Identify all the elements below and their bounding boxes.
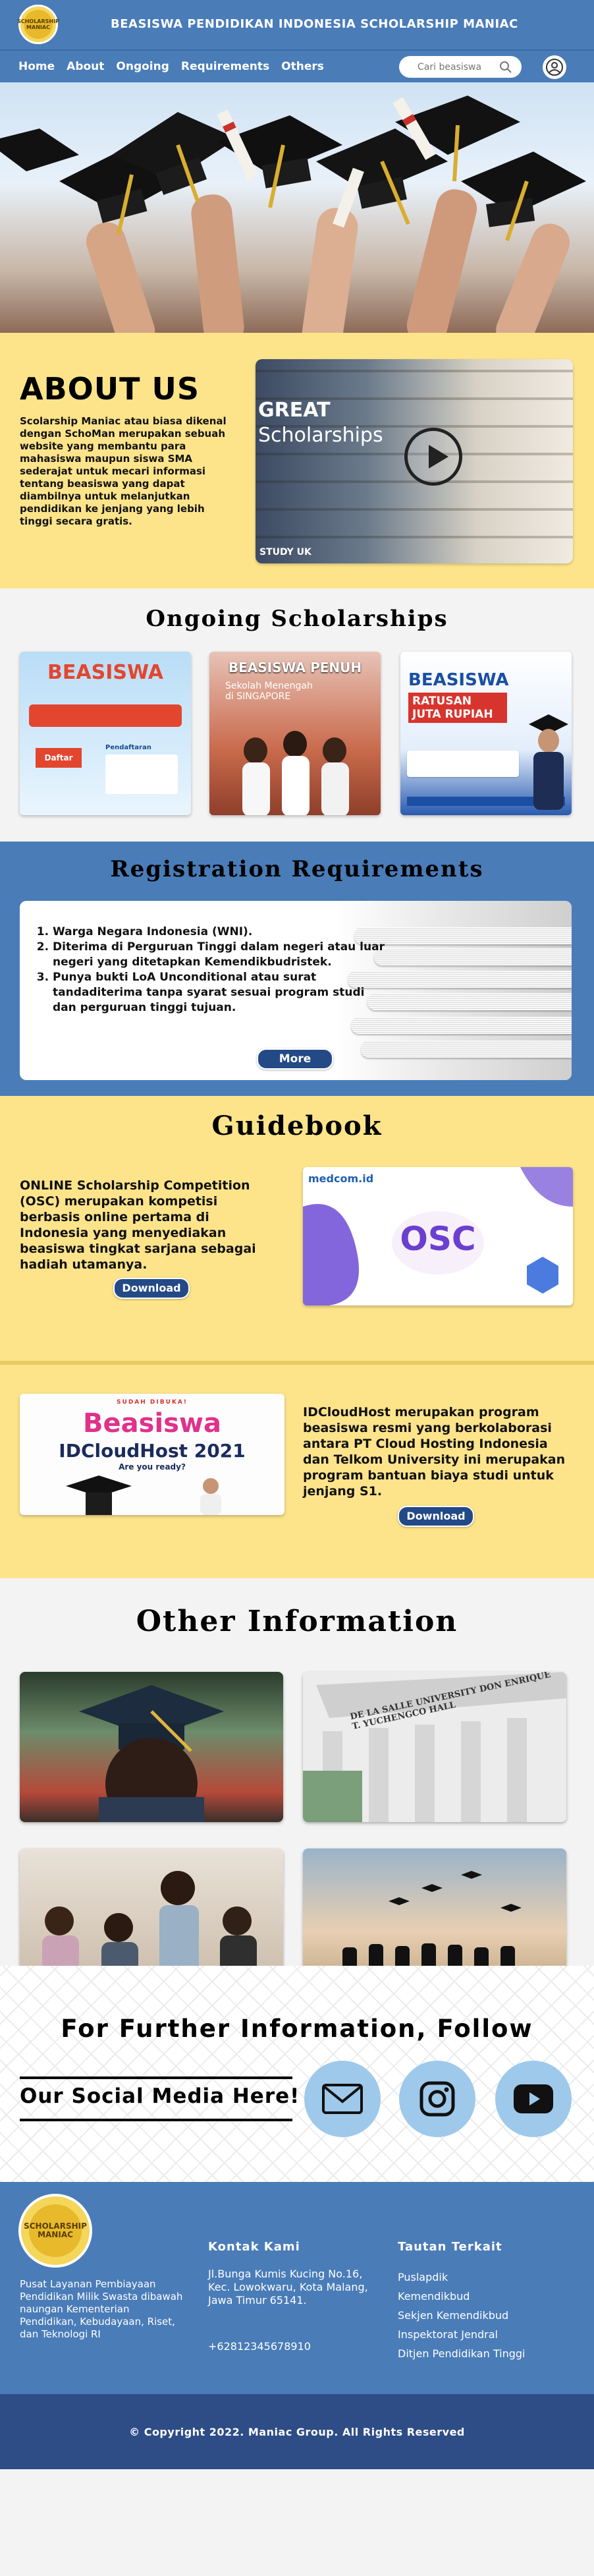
other-info-title: Other Information xyxy=(136,1605,458,1638)
poster-3-subtitle: RATUSAN JUTA RUPIAH xyxy=(408,693,507,723)
idch-title: Beasiswa xyxy=(83,1408,221,1439)
nav-others[interactable]: Others xyxy=(281,60,324,73)
link-sekjen-kemendikbud[interactable]: Sekjen Kemendikbud xyxy=(398,2306,525,2325)
follow-title: For Further Information, Follow xyxy=(61,2015,533,2043)
ongoing-title: Ongoing Scholarships xyxy=(146,606,448,632)
poster-1-title: BEASISWA xyxy=(47,661,163,684)
idch-kicker: SUDAH DIBUKA! xyxy=(117,1399,188,1406)
poster-2-subtitle: Sekolah Menengah di SINGAPORE xyxy=(225,681,313,702)
requirements-section: Registration Requirements Warga Negara I… xyxy=(0,842,594,1096)
guidebook-title: Guidebook xyxy=(211,1110,383,1141)
nav-home[interactable]: Home xyxy=(18,60,55,73)
contact-address: Jl.Bunga Kumis Kucing No.16, Kec. Lowokw… xyxy=(208,2268,368,2306)
more-button[interactable]: More xyxy=(257,1048,333,1070)
user-account-icon[interactable] xyxy=(543,55,566,79)
link-ditjen-dikti[interactable]: Ditjen Pendidikan Tinggi xyxy=(398,2344,525,2363)
page: SCHOLARSHIP MANIAC BEASISWA PENDIDIKAN I… xyxy=(0,0,594,2469)
poster-1-pendaftaran: Pendaftaran xyxy=(105,744,151,751)
scholarship-poster-1[interactable]: BEASISWA Daftar Pendaftaran xyxy=(20,652,191,815)
video-brand: STUDY UK xyxy=(259,547,311,558)
search-box xyxy=(399,56,522,78)
email-icon[interactable] xyxy=(304,2061,381,2137)
osc-image-title: OSC xyxy=(400,1220,476,1258)
site-title: BEASISWA PENDIDIKAN INDONESIA SCHOLARSHI… xyxy=(111,17,518,31)
poster-2-title: BEASISWA PENUH xyxy=(228,660,362,675)
about-section: ABOUT US Scolarship Maniac atau biasa di… xyxy=(0,333,594,588)
footer-logo-text: SCHOLARSHIP MANIAC xyxy=(24,2204,87,2257)
copyright-text: © Copyright 2022. Maniac Group. All Righ… xyxy=(129,2425,465,2438)
follow-subtitle: Our Social Media Here! xyxy=(20,2084,300,2108)
contact-heading: Kontak Kami xyxy=(208,2240,300,2254)
graduation-caps-illustration xyxy=(0,96,586,333)
youtube-icon[interactable] xyxy=(495,2061,572,2137)
hero-image xyxy=(0,82,594,333)
link-inspektorat-jendral[interactable]: Inspektorat Jendral xyxy=(398,2325,525,2344)
video-title-line2: Scholarships xyxy=(258,424,383,447)
nav-requirements[interactable]: Requirements xyxy=(181,60,269,73)
requirements-card: Warga Negara Indonesia (WNI). Diterima d… xyxy=(20,901,572,1080)
requirement-item: Punya bukti LoA Unconditional atau surat… xyxy=(53,970,387,1016)
logo-text: SCHOLARSHIP MANIAC xyxy=(17,10,59,39)
nav-about[interactable]: About xyxy=(67,60,104,73)
related-links-heading: Tautan Terkait xyxy=(398,2240,502,2254)
footer: SCHOLARSHIP MANIAC Pusat Layanan Pembiay… xyxy=(0,2182,594,2394)
poster-1-daftar: Daftar xyxy=(36,748,82,768)
about-title: ABOUT US xyxy=(20,371,200,407)
video-title-line1: GREAT xyxy=(258,399,331,422)
follow-section: For Further Information, Follow Our Soci… xyxy=(0,1966,594,2182)
info-photo-university[interactable]: DE LA SALLE UNIVERSITY DON ENRIQUE T. YU… xyxy=(303,1672,566,1822)
instagram-icon[interactable] xyxy=(399,2061,475,2137)
idcloudhost-description: IDCloudHost merupakan program beasiswa r… xyxy=(303,1405,566,1499)
requirement-item: Warga Negara Indonesia (WNI). xyxy=(53,925,387,940)
search-input[interactable] xyxy=(418,61,497,72)
other-info-section: Other Information DE LA SALLE UNIVERSITY… xyxy=(0,1578,594,1999)
ongoing-section: Ongoing Scholarships BEASISWA Daftar Pen… xyxy=(0,588,594,842)
requirements-list: Warga Negara Indonesia (WNI). Diterima d… xyxy=(38,925,387,1016)
footer-description: Pusat Layanan Pembiayaan Pendidikan Mili… xyxy=(20,2278,183,2340)
footer-logo[interactable]: SCHOLARSHIP MANIAC xyxy=(18,2194,92,2268)
osc-image[interactable]: medcom.id OSC xyxy=(303,1167,573,1305)
osc-description: ONLINE Scholarship Competition (OSC) mer… xyxy=(20,1178,256,1272)
scholarship-poster-2[interactable]: BEASISWA PENUH Sekolah Menengah di SINGA… xyxy=(209,652,381,815)
requirement-item: Diterima di Perguruan Tinggi dalam neger… xyxy=(53,940,387,970)
copyright-bar: © Copyright 2022. Maniac Group. All Righ… xyxy=(0,2394,594,2469)
poster-3-title: BEASISWA xyxy=(408,670,509,690)
site-logo[interactable]: SCHOLARSHIP MANIAC xyxy=(17,5,59,44)
link-kemendikbud[interactable]: Kemendikbud xyxy=(398,2287,525,2306)
link-puslapdik[interactable]: Puslapdik xyxy=(398,2268,525,2287)
nav-ongoing[interactable]: Ongoing xyxy=(116,60,169,73)
guidebook-divider xyxy=(0,1361,594,1365)
idcloudhost-image[interactable]: SUDAH DIBUKA! Beasiswa IDCloudHost 2021 … xyxy=(20,1394,284,1515)
search-icon[interactable] xyxy=(499,61,512,74)
osc-download-button[interactable]: Download xyxy=(113,1278,190,1299)
about-description: Scolarship Maniac atau biasa dikenal den… xyxy=(20,415,227,527)
info-photo-graduate[interactable] xyxy=(20,1672,283,1822)
header: SCHOLARSHIP MANIAC BEASISWA PENDIDIKAN I… xyxy=(0,0,594,49)
play-icon[interactable] xyxy=(404,428,462,486)
idch-tagline: Are you ready? xyxy=(119,1462,186,1472)
navbar: Home About Ongoing Requirements Others xyxy=(0,49,594,82)
contact-phone: +62812345678910 xyxy=(208,2340,311,2353)
guidebook-section: Guidebook ONLINE Scholarship Competition… xyxy=(0,1096,594,1578)
idcloudhost-download-button[interactable]: Download xyxy=(398,1506,474,1527)
about-video[interactable]: GREAT Scholarships STUDY UK xyxy=(256,359,573,563)
requirements-title: Registration Requirements xyxy=(110,856,484,882)
related-links: Puslapdik Kemendikbud Sekjen Kemendikbud… xyxy=(398,2268,525,2363)
divider xyxy=(20,2076,292,2079)
idch-subtitle: IDCloudHost 2021 xyxy=(59,1440,246,1462)
divider xyxy=(20,2119,292,2121)
scholarship-poster-3[interactable]: BEASISWA RATUSAN JUTA RUPIAH xyxy=(400,652,572,815)
